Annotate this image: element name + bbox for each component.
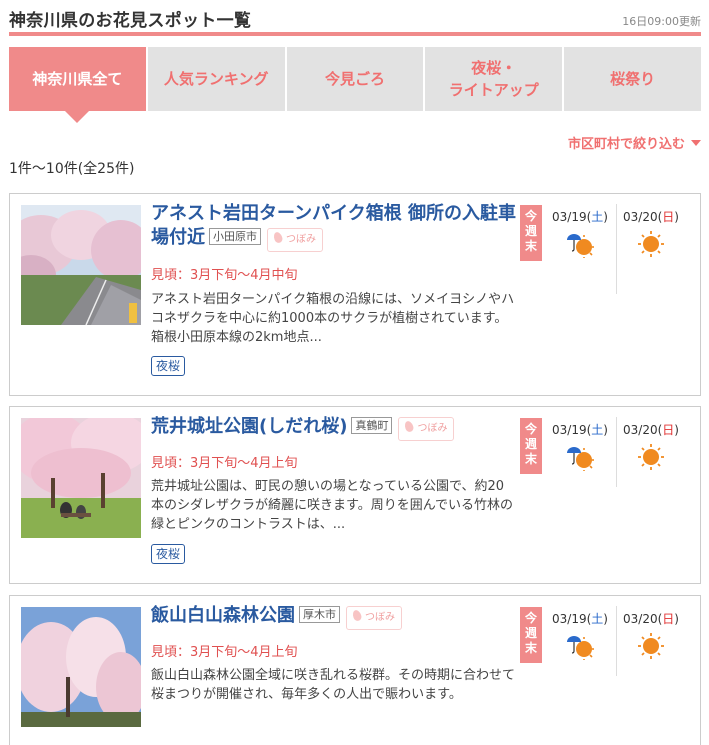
updated-timestamp: 16日09:00更新 [622, 15, 701, 28]
petal-icon [403, 419, 416, 434]
filter-label: 市区町村で絞り込む [567, 137, 685, 152]
bloom-season: 見頃：3月下旬～4月中旬 [151, 268, 298, 283]
tab-all-kanagawa[interactable]: 神奈川県全て [9, 47, 146, 123]
petal-icon [272, 230, 284, 245]
this-weekend-badge: 今週末 [520, 607, 542, 663]
night-sakura-tag[interactable]: 夜桜 [151, 356, 186, 376]
forecast-day-saturday: 03/19(土) [552, 210, 608, 224]
municipality-filter-button[interactable]: 市区町村で絞り込む [568, 133, 701, 152]
page-header: 神奈川県のお花見スポット一覧 16日09:00更新 [9, 0, 701, 36]
bloom-status-label: つぼみ [286, 234, 316, 245]
bloom-status-label: つぼみ [365, 612, 395, 623]
rain-then-sun-icon [567, 447, 594, 471]
forecast-date: 03/20 [623, 423, 658, 437]
bloom-status-label: つぼみ [417, 423, 448, 434]
forecast-dow: 日 [662, 423, 675, 437]
bloom-status-badge: つぼみ [346, 606, 402, 630]
petal-icon [351, 608, 363, 623]
bloom-season: 見頃：3月下旬～4月上旬 [151, 645, 298, 660]
sun-icon [638, 444, 664, 470]
sun-icon [638, 633, 664, 659]
forecast-dow: 日 [662, 612, 675, 626]
spot-name-link[interactable]: 飯山白山森林公園 厚木市 つぼみ [151, 604, 516, 630]
forecast-dow: 日 [662, 210, 675, 224]
spot-card: アネスト岩田ターンパイク箱根 御所の入駐車場付近 小田原市 つぼみ 見頃：3月下旬～… [9, 193, 701, 396]
result-count: 1件～10件(全25件) [9, 161, 135, 177]
forecast-date: 03/20 [623, 210, 658, 224]
this-weekend-badge: 今週末 [520, 205, 542, 261]
caret-down-icon [691, 139, 701, 146]
this-weekend-badge: 今週末 [520, 418, 542, 474]
spot-card: 荒井城址公園(しだれ桜) 真鶴町 つぼみ 見頃：3月下旬～4月上旬 荒井城址公園は、… [9, 406, 701, 584]
spot-card: 飯山白山森林公園 厚木市 つぼみ 見頃：3月下旬～4月上旬 飯山白山森林公園全域に咲… [9, 595, 701, 745]
spot-name-link[interactable]: 荒井城址公園(しだれ桜) 真鶴町 つぼみ [151, 415, 516, 441]
spot-photo[interactable] [21, 205, 141, 325]
spot-description: アネスト岩田ターンパイク箱根の沿線には、ソメイヨシノやハコネザクラを中心に約10… [151, 292, 515, 345]
rain-then-sun-icon [567, 636, 594, 660]
tab-night-lightup[interactable]: 夜桜・ ライトアップ [425, 47, 563, 111]
forecast-dow: 土 [591, 423, 604, 437]
spot-description: 飯山白山森林公園全域に咲き乱れる桜群。その時期に合わせて桜まつりが開催され、毎年… [151, 668, 516, 702]
forecast-day-sunday: 03/20(日) [623, 210, 679, 224]
spot-photo[interactable] [21, 607, 141, 727]
forecast-dow: 土 [591, 210, 604, 224]
city-badge: 厚木市 [299, 606, 340, 623]
bloom-season: 見頃：3月下旬～4月上旬 [151, 456, 298, 471]
night-sakura-tag[interactable]: 夜桜 [151, 544, 186, 564]
forecast-day-saturday: 03/19(土) [552, 612, 608, 626]
page-title: 神奈川県のお花見スポット一覧 [9, 11, 252, 31]
spot-photo[interactable] [21, 418, 141, 538]
tab-popular-ranking[interactable]: 人気ランキング [147, 47, 285, 111]
forecast-date: 03/20 [623, 612, 658, 626]
city-badge: 真鶴町 [351, 417, 393, 434]
forecast-dow: 土 [591, 612, 604, 626]
spot-name-link[interactable]: アネスト岩田ターンパイク箱根 御所の入駐車場付近 小田原市 つぼみ [151, 202, 516, 252]
spot-name: アネスト岩田ターンパイク箱根 御所の入駐車場付近 [151, 203, 517, 248]
spot-description: 荒井城址公園は、町民の憩いの場となっている公園で、約20本のシダレザクラが綺麗に… [151, 479, 514, 532]
tab-festival[interactable]: 桜祭り [564, 47, 701, 111]
rain-then-sun-icon [567, 234, 594, 258]
spot-name: 荒井城址公園(しだれ桜) [151, 416, 348, 437]
city-badge: 小田原市 [209, 228, 261, 245]
forecast-date: 03/19 [552, 210, 587, 224]
sun-icon [638, 231, 664, 257]
bloom-status-badge: つぼみ [398, 417, 455, 441]
forecast-date: 03/19 [552, 423, 587, 437]
tab-best-now[interactable]: 今見ごろ [286, 47, 424, 111]
bloom-status-badge: つぼみ [267, 228, 323, 252]
forecast-day-sunday: 03/20(日) [623, 423, 679, 437]
spot-name: 飯山白山森林公園 [151, 605, 295, 626]
forecast-date: 03/19 [552, 612, 587, 626]
forecast-day-saturday: 03/19(土) [552, 423, 608, 437]
forecast-day-sunday: 03/20(日) [623, 612, 679, 626]
category-tabs: 神奈川県全て 人気ランキング 今見ごろ 夜桜・ ライトアップ 桜祭り [9, 47, 701, 123]
